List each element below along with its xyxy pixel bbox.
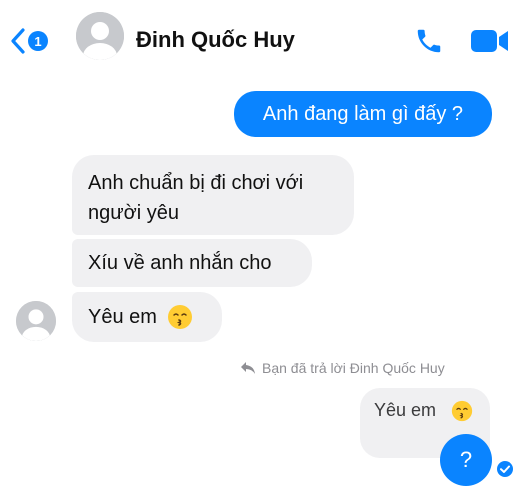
back-button[interactable]: 1: [10, 24, 60, 58]
kissing-face-icon: [451, 401, 473, 422]
contact-avatar[interactable]: [76, 12, 124, 60]
seen-check-icon: [497, 461, 513, 477]
unread-count-badge: 1: [28, 31, 48, 51]
phone-icon: [417, 29, 441, 53]
message-text: Anh chuẩn bị đi chơi với người yêu: [88, 172, 304, 224]
message-text: Yêu em: [88, 306, 157, 328]
message-text: Anh đang làm gì đấy ?: [262, 103, 464, 125]
reply-note-text: Bạn đã trả lời Đinh Quốc Huy: [262, 360, 445, 376]
outgoing-reply-message[interactable]: ?: [440, 434, 492, 486]
chevron-left-icon: [11, 28, 25, 54]
seen-status: [496, 460, 514, 478]
message-text: Xíu về anh nhắn cho: [88, 252, 272, 274]
video-call-button[interactable]: [470, 28, 510, 54]
chat-header: 1 Đinh Quốc Huy: [0, 0, 526, 80]
incoming-message[interactable]: Xíu về anh nhắn cho: [72, 239, 312, 287]
reply-arrow-icon: [241, 362, 255, 374]
voice-call-button[interactable]: [414, 26, 444, 56]
sender-avatar[interactable]: [16, 301, 56, 341]
video-camera-icon: [471, 30, 508, 52]
message-thread: Anh đang làm gì đấy ? Anh chuẩn bị đi ch…: [0, 80, 526, 502]
default-avatar-icon: [76, 12, 124, 60]
reply-indicator: Bạn đã trả lời Đinh Quốc Huy: [240, 360, 445, 376]
contact-name[interactable]: Đinh Quốc Huy: [136, 27, 295, 53]
message-text: ?: [459, 447, 473, 472]
incoming-message[interactable]: Anh chuẩn bị đi chơi với người yêu: [72, 155, 354, 235]
incoming-message[interactable]: Yêu em: [72, 292, 222, 342]
kissing-face-icon: [167, 305, 192, 329]
outgoing-message[interactable]: Anh đang làm gì đấy ?: [234, 91, 492, 137]
quoted-text: Yêu em: [374, 400, 437, 420]
default-avatar-icon: [16, 301, 56, 341]
